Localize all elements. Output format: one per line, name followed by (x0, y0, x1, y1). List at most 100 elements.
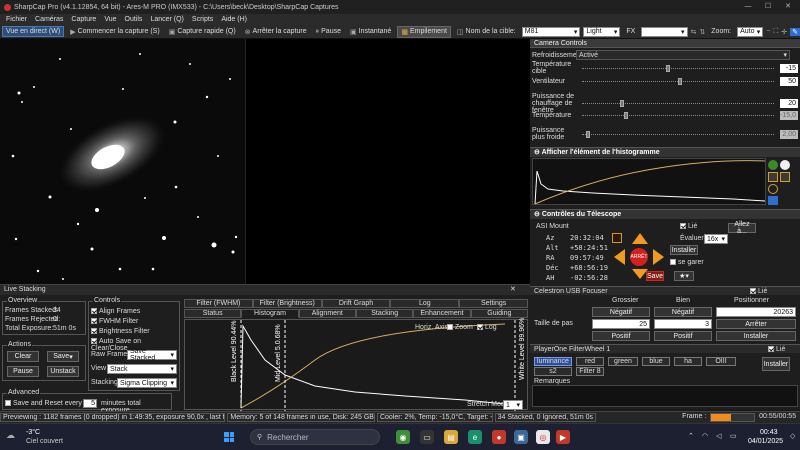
slider-knob[interactable] (678, 78, 682, 85)
close-icon[interactable]: ✕ (778, 0, 798, 14)
pause-stack-button[interactable]: Pause (7, 366, 39, 377)
focuser-stop-button[interactable]: Arrêter (716, 319, 796, 329)
filter-button[interactable]: s2 (534, 367, 572, 376)
fwhm-filter-checkbox[interactable]: FWHM Filter (91, 318, 138, 325)
histogram-header[interactable]: ⊖ Afficher l'élément de l'histogramme (530, 147, 800, 157)
cooling-select[interactable]: Activé ▾ (576, 50, 790, 60)
close-icon[interactable]: ✕ (510, 285, 516, 295)
remarks-textarea[interactable] (532, 385, 798, 407)
camera-control-value[interactable]: 20 (780, 99, 798, 108)
weather-temp[interactable]: -3°C (26, 429, 40, 436)
filter-button[interactable]: blue (642, 357, 670, 366)
focuser-linked-checkbox[interactable]: Lié (750, 288, 767, 295)
wifi-icon[interactable]: ◠ (702, 432, 708, 440)
coarse-step-input[interactable]: 25 (592, 319, 650, 329)
clear-button[interactable]: Clear (7, 351, 39, 362)
weather-desc[interactable]: Ciel couvert (26, 438, 63, 445)
menu-item-view[interactable]: Vue (100, 16, 120, 23)
pen-icon[interactable]: ✎ (790, 27, 800, 36)
chrome-icon[interactable]: ◎ (536, 430, 550, 444)
brightness-filter-checkbox[interactable]: Brightness Filter (91, 328, 150, 335)
start-capture-button[interactable]: ▶ Commencer la capture (S) (67, 27, 162, 37)
filter-button[interactable]: ha (674, 357, 702, 366)
slider-knob[interactable] (585, 130, 590, 138)
save-icon[interactable] (768, 196, 778, 205)
menu-item-file[interactable]: Fichier (2, 16, 31, 23)
fine-positive-button[interactable]: Positif (654, 331, 712, 341)
stack-tab-bottom[interactable]: Stacking (356, 309, 414, 318)
menu-item-launch[interactable]: Lancer (Q) (146, 16, 187, 23)
align-frames-checkbox[interactable]: Align Frames (91, 308, 140, 315)
slider-knob[interactable] (666, 64, 671, 72)
save-reset-input[interactable]: 5 (83, 399, 97, 408)
contrast-icon[interactable] (780, 160, 790, 170)
snapshot-button[interactable]: ▣ Instantané (347, 27, 394, 37)
arrow-up-icon[interactable] (632, 233, 648, 244)
filter-button[interactable]: Filter 8 (576, 367, 604, 376)
histogram-chart[interactable] (532, 158, 766, 205)
menu-item-capture[interactable]: Capture (67, 16, 100, 23)
stack-tab-top[interactable]: Settings (459, 299, 528, 308)
stack-button[interactable]: ▦ Empilement (397, 25, 451, 38)
lock-icon[interactable] (780, 172, 790, 182)
filter-button[interactable]: luminance (534, 357, 572, 366)
zoom-select[interactable]: Auto ▾ (737, 26, 764, 37)
filter-button[interactable]: red (576, 357, 604, 366)
slider-knob[interactable] (620, 100, 625, 107)
camera-control-slider[interactable] (582, 130, 774, 138)
store-icon[interactable]: ▣ (514, 430, 528, 444)
telescope-header[interactable]: ⊖ Contrôles du Télescope (530, 209, 800, 219)
menu-item-help[interactable]: Aide (H) (217, 16, 251, 23)
raw-frames-select[interactable]: Save Stacked ▾ (127, 348, 177, 362)
sync-icon[interactable] (612, 233, 622, 243)
refresh-icon[interactable] (768, 184, 778, 194)
stop-capture-button[interactable]: ⊗ Arrêter la capture (242, 27, 310, 37)
slider-knob[interactable] (624, 112, 629, 119)
quick-capture-button[interactable]: ▣ Capture rapide (Q) (166, 27, 239, 37)
windows-start-icon[interactable] (224, 432, 234, 442)
chevron-up-icon[interactable]: ⌃ (688, 432, 694, 440)
filterwheel-linked-checkbox[interactable]: Lié (768, 346, 785, 353)
camera-control-value[interactable]: 50 (780, 77, 798, 86)
focuser-install-button[interactable]: Installer (716, 331, 796, 341)
position-input[interactable]: 20263 (716, 307, 796, 317)
stack-histogram-pane[interactable]: Horiz. Axis: Zoom Log Black Level 90.44%… (184, 318, 528, 411)
coarse-negative-button[interactable]: Négatif (592, 307, 650, 317)
goto-button[interactable]: Allez à... (728, 221, 756, 235)
volume-icon[interactable]: ◁ (716, 432, 721, 440)
log-checkbox[interactable]: Log (477, 324, 497, 331)
save-button[interactable]: Save ▾ (47, 351, 79, 362)
fine-negative-button[interactable]: Négatif (654, 307, 712, 317)
task-view-icon[interactable]: ▭ (420, 430, 434, 444)
camera-controls-header[interactable]: Camera Controls (530, 39, 800, 48)
fullscreen-icon[interactable]: ⛶ (773, 28, 778, 36)
menu-item-cameras[interactable]: Caméras (31, 16, 67, 23)
camera-control-slider[interactable] (582, 100, 774, 107)
battery-icon[interactable]: ▭ (730, 432, 737, 440)
zoom-out-icon[interactable]: − (766, 28, 770, 35)
media-icon[interactable]: ▶ (556, 430, 570, 444)
filter-button[interactable]: green (608, 357, 638, 366)
camera-control-slider[interactable] (582, 78, 774, 85)
stack-tab-top[interactable]: Filter (Brightness) (252, 299, 322, 308)
view-select[interactable]: Stack ▾ (107, 364, 177, 374)
target-name-select[interactable]: M81 ▾ (521, 26, 581, 37)
arrow-left-icon[interactable] (614, 249, 625, 265)
taskbar-search-input[interactable]: ⚲ Rechercher (250, 429, 380, 445)
stack-tab-top[interactable]: Drift Graph (321, 299, 391, 308)
stacking-select[interactable]: Sigma Clipping ▾ (117, 378, 177, 388)
crosshair-icon[interactable]: ✛ (781, 28, 787, 36)
file-explorer-icon[interactable]: ▤ (444, 430, 458, 444)
flip-horizontal-icon[interactable]: ⇆ (691, 28, 697, 36)
image-viewport[interactable] (0, 39, 530, 284)
camera-control-slider[interactable] (582, 112, 774, 119)
fine-step-input[interactable]: 3 (654, 319, 712, 329)
clock-date[interactable]: 04/01/2025 (748, 438, 783, 445)
stack-tab-bottom[interactable]: Histogram (241, 309, 299, 318)
stop-mount-button[interactable]: ARRÊT (630, 248, 648, 266)
stack-tab-bottom[interactable]: Guiding (470, 309, 528, 318)
stack-tab-bottom[interactable]: Alignment (298, 309, 356, 318)
camera-control-value[interactable]: -15 (780, 63, 798, 73)
filterwheel-install-button[interactable]: Installer (762, 357, 790, 371)
camera-control-slider[interactable] (582, 64, 774, 72)
